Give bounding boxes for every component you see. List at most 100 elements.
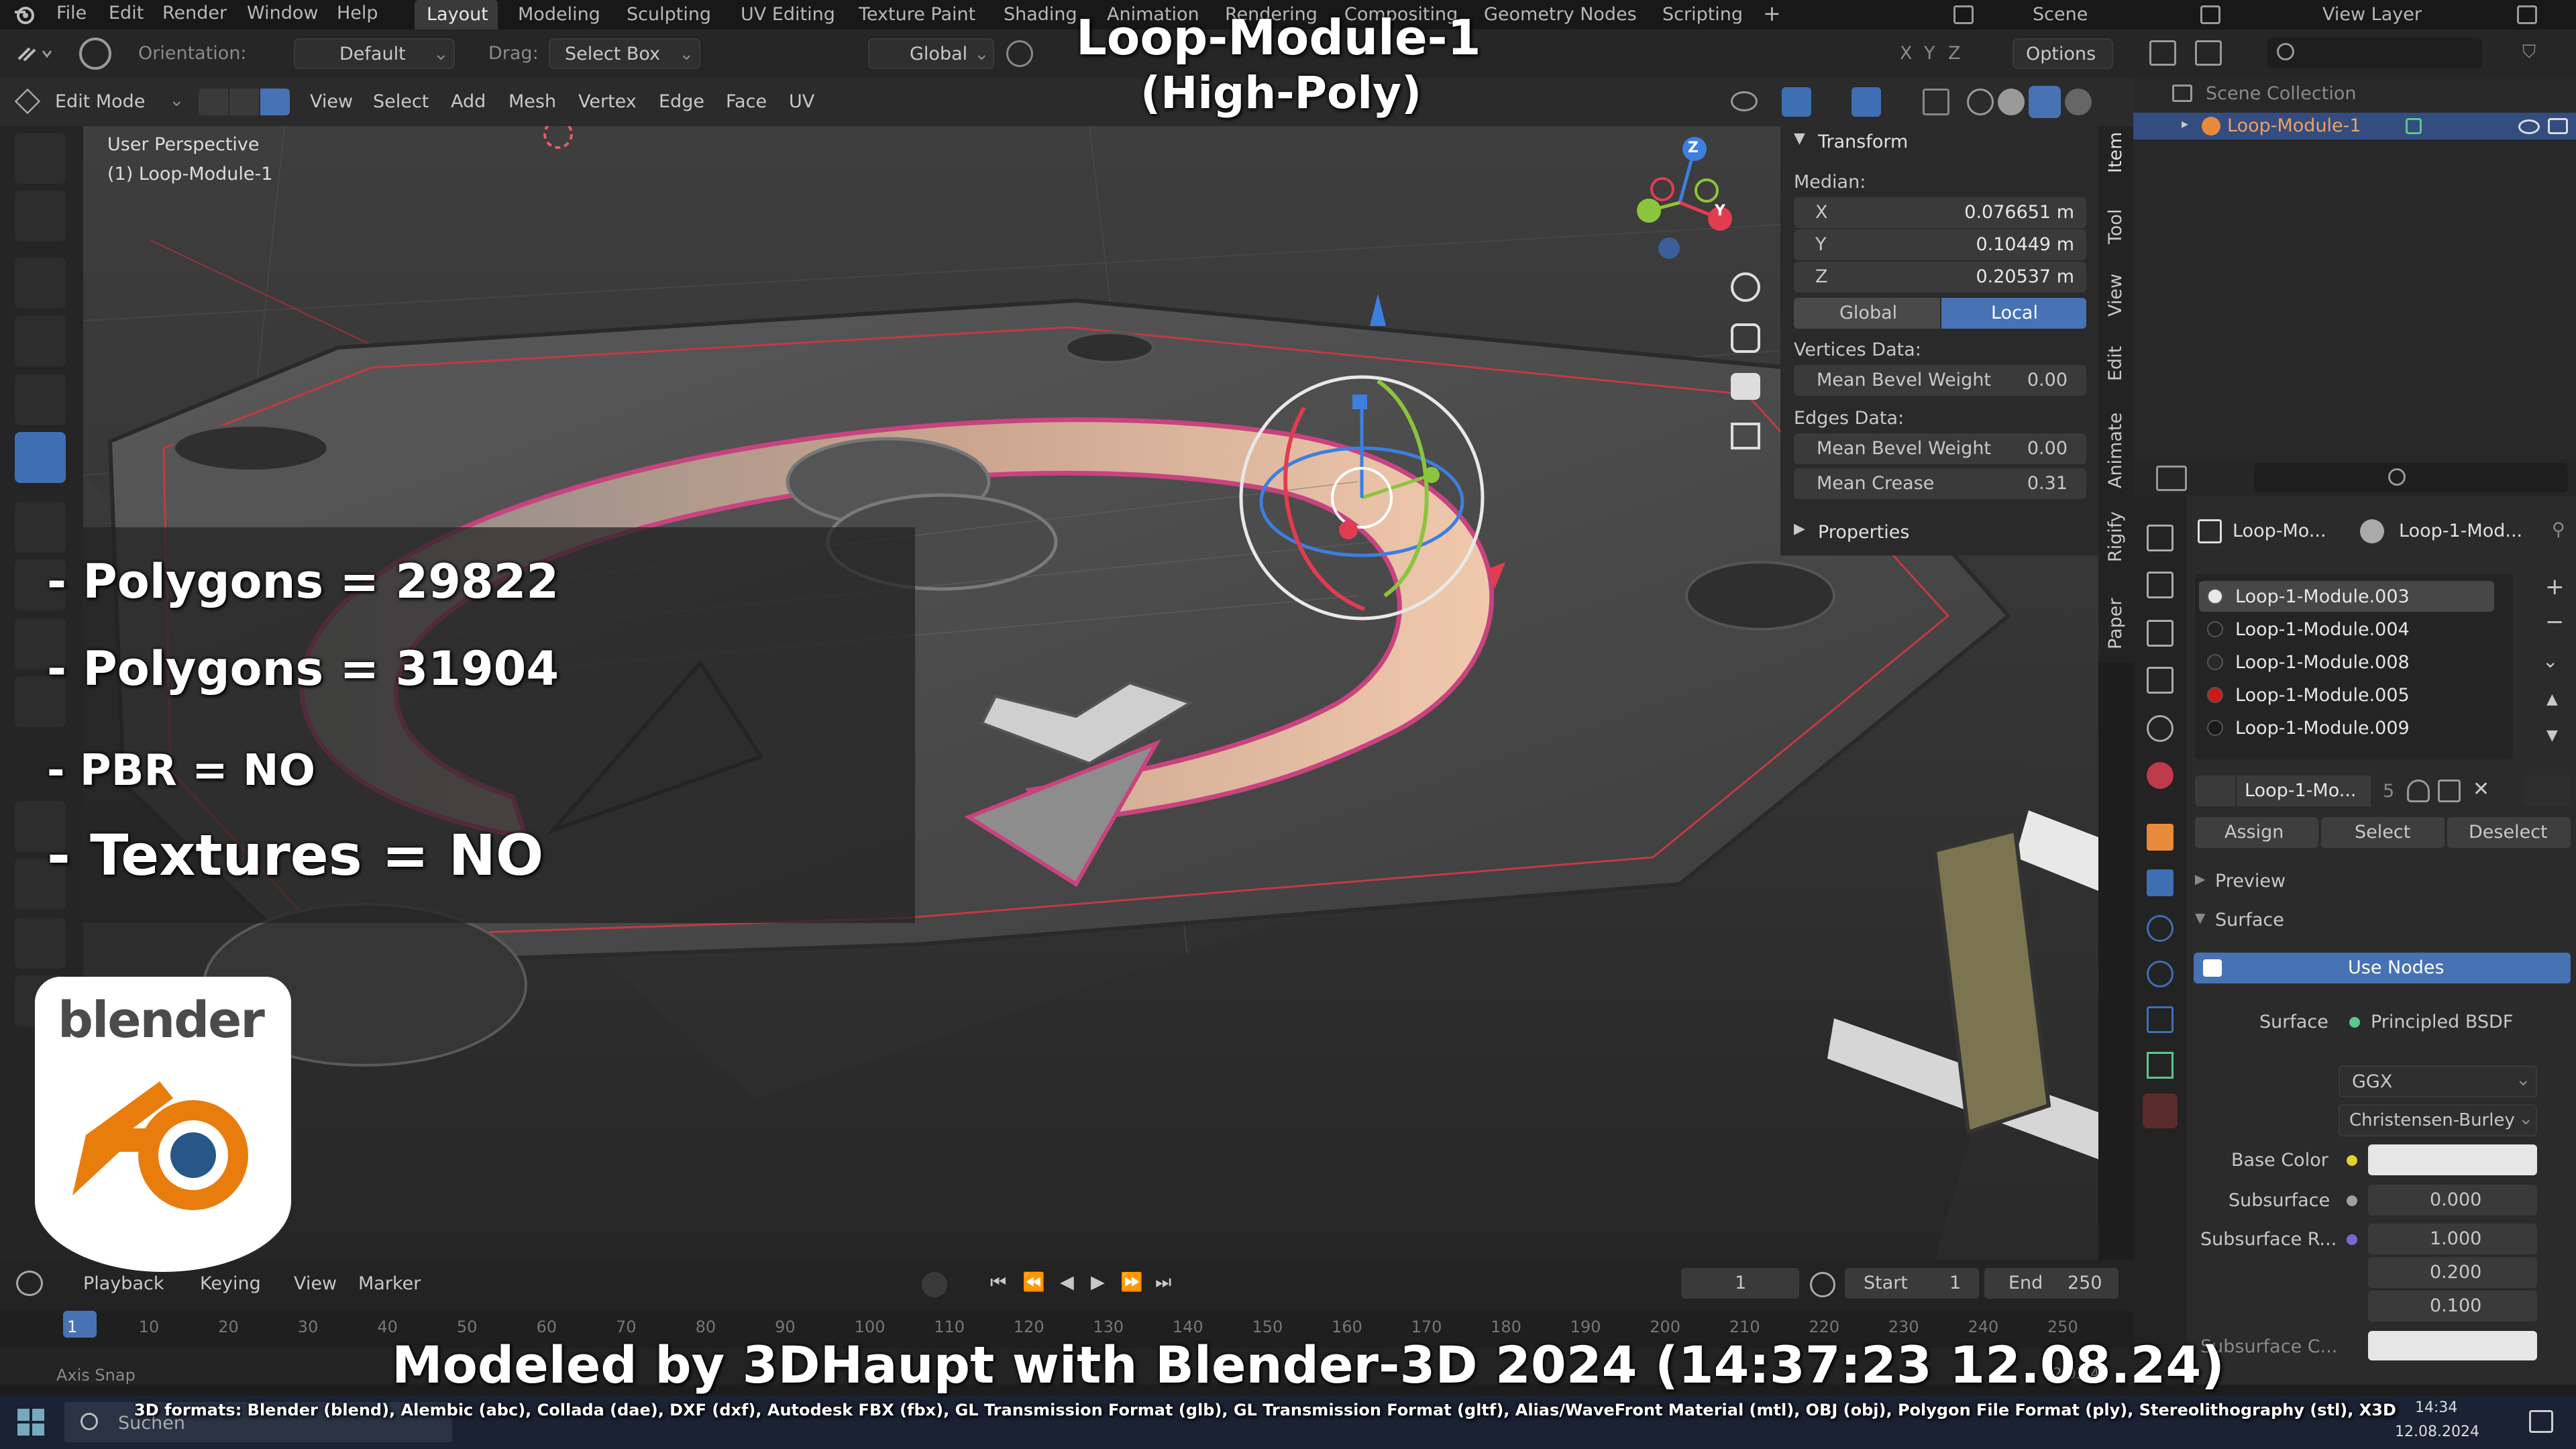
tab-view[interactable]: View [2105,274,2126,317]
menu-mesh[interactable]: Mesh [508,93,556,111]
jump-end-icon[interactable]: ⏭ [1155,1273,1171,1291]
world-props-icon[interactable] [2147,762,2174,789]
material-slot-item[interactable]: Loop-1-Module.004 [2199,614,2494,645]
select-button[interactable]: Select [2321,817,2445,848]
tab-item[interactable]: Item [2105,132,2126,173]
tab-layout[interactable]: Layout [427,5,488,23]
distribution-dropdown[interactable]: GGX ⌄ [2339,1065,2537,1097]
properties-search-field[interactable] [2254,463,2568,492]
visibility-icon[interactable] [1731,91,1758,111]
view-layer-props-icon[interactable] [2147,667,2174,694]
data-props-icon[interactable] [2147,1052,2174,1079]
outliner-search-field[interactable] [2267,38,2482,68]
constraints-props-icon[interactable] [2147,1006,2174,1033]
axis-y-toggle[interactable]: Y [1924,44,1935,62]
scene-collection-label[interactable]: Scene Collection [2206,85,2356,103]
tab-sculpting[interactable]: Sculpting [627,5,711,23]
transform-pivot-icon[interactable] [79,38,111,70]
tab-rigify[interactable]: Rigify [2105,511,2126,562]
global-toggle[interactable]: Global [1794,298,1940,329]
ortho-grid-icon[interactable] [1731,423,1760,449]
scene-props-icon[interactable] [2147,715,2174,742]
options-dropdown[interactable]: Options [2012,38,2113,69]
shading-solid-icon[interactable] [1998,89,2025,115]
tab-geometry-nodes[interactable]: Geometry Nodes [1484,5,1637,23]
median-y-field[interactable]: Y 0.10449 m [1794,229,2086,260]
orientation-dropdown[interactable]: Default ⌄ [294,38,455,69]
subsurface-radius-x-field[interactable]: 1.000 [2368,1224,2537,1254]
render-camera-icon[interactable] [2548,118,2568,134]
pin-icon[interactable]: ⚲ [2552,521,2565,539]
mode-dropdown[interactable]: Edit Mode [55,93,145,111]
slot-specials-icon[interactable]: ⌄ [2542,652,2558,671]
blender-menu-icon[interactable] [12,3,36,27]
assign-button[interactable]: Assign [2195,817,2318,848]
menu-render[interactable]: Render [162,4,227,22]
rotate-tool-icon[interactable] [15,315,66,366]
cursor-tool-icon[interactable] [15,191,66,241]
display-mode-icon[interactable] [2149,40,2176,66]
properties-editor-icon[interactable] [2156,466,2187,491]
context-object-label[interactable]: Loop-Mo... [2233,522,2326,540]
median-x-field[interactable]: X 0.076651 m [1794,197,2086,228]
windows-start-icon[interactable] [17,1409,44,1436]
select-box-tool-icon[interactable] [15,133,66,184]
playback-menu[interactable]: Playback [83,1275,164,1293]
remove-slot-icon[interactable]: − [2545,610,2565,633]
menu-edit[interactable]: Edit [109,4,144,22]
tab-modeling[interactable]: Modeling [518,5,600,23]
view-layer-name[interactable]: View Layer [2322,5,2422,23]
tab-paper[interactable]: Paper [2105,598,2126,649]
menu-add[interactable]: Add [451,93,486,111]
loop-cut-tool-icon[interactable] [15,918,66,969]
material-filter-icon[interactable] [2524,775,2571,806]
scene-name[interactable]: Scene [2033,5,2088,23]
unlink-icon[interactable]: ✕ [2473,780,2489,800]
user-count[interactable]: 5 [2383,782,2394,800]
menu-edge[interactable]: Edge [659,93,704,111]
material-slot-item[interactable]: Loop-1-Module.005 [2199,680,2494,710]
tab-edit[interactable]: Edit [2105,346,2126,381]
subsurface-radius-z-field[interactable]: 0.100 [2368,1291,2537,1322]
axis-z-toggle[interactable]: Z [1948,44,1961,62]
editor-type-icon[interactable] [15,39,55,68]
material-name-field[interactable]: Loop-1-Mo... [2237,775,2371,806]
move-slot-up-icon[interactable]: ▲ [2546,692,2558,707]
browse-material-icon[interactable] [2195,775,2235,806]
subsurface-color-swatch[interactable] [2368,1331,2537,1360]
material-slot-item[interactable]: Loop-1-Module.009 [2199,712,2494,743]
record-icon[interactable] [922,1272,947,1297]
clock-icon[interactable] [1810,1272,1835,1297]
vertex-bevel-weight-field[interactable]: Mean Bevel Weight 0.00 [1794,365,2086,396]
tab-texture-paint[interactable]: Texture Paint [859,5,975,23]
menu-face[interactable]: Face [726,93,767,111]
menu-help[interactable]: Help [337,4,378,22]
move-tool-icon[interactable] [15,258,66,309]
use-nodes-button[interactable]: Use Nodes [2194,953,2571,983]
surface-panel-header[interactable]: Surface [2215,911,2284,929]
keying-menu[interactable]: Keying [200,1275,261,1293]
properties-panel-header[interactable]: Properties [1818,523,1909,541]
jump-start-icon[interactable]: ⏮ [990,1273,1006,1291]
render-props-icon[interactable] [2147,572,2174,598]
jump-keyframe-back-icon[interactable]: ⏪ [1022,1273,1045,1291]
duplicate-icon[interactable] [2438,780,2461,802]
scale-tool-icon[interactable] [15,374,66,425]
drag-dropdown[interactable]: Select Box ⌄ [549,38,700,69]
menu-window[interactable]: Window [247,4,318,22]
start-frame-field[interactable]: Start 1 [1845,1268,1979,1299]
menu-uv[interactable]: UV [789,93,814,111]
visibility-eye-icon[interactable] [2518,119,2540,134]
tab-uv-editing[interactable]: UV Editing [741,5,835,23]
particles-props-icon[interactable] [2147,915,2174,942]
surface-shader-field[interactable]: Principled BSDF [2341,1005,2571,1040]
outliner-row-loop-module[interactable]: ▸ Loop-Module-1 [2133,113,2576,140]
menu-vertex[interactable]: Vertex [578,93,637,111]
play-icon[interactable]: ▶ [1091,1273,1105,1291]
timeline-editor-icon[interactable] [16,1271,43,1296]
timeline-view-menu[interactable]: View [294,1275,337,1293]
axis-x-toggle[interactable]: X [1900,44,1913,62]
shading-material-icon[interactable] [2029,86,2061,118]
menu-select[interactable]: Select [373,93,429,111]
material-slot-item[interactable]: Loop-1-Module.003 [2199,581,2494,612]
